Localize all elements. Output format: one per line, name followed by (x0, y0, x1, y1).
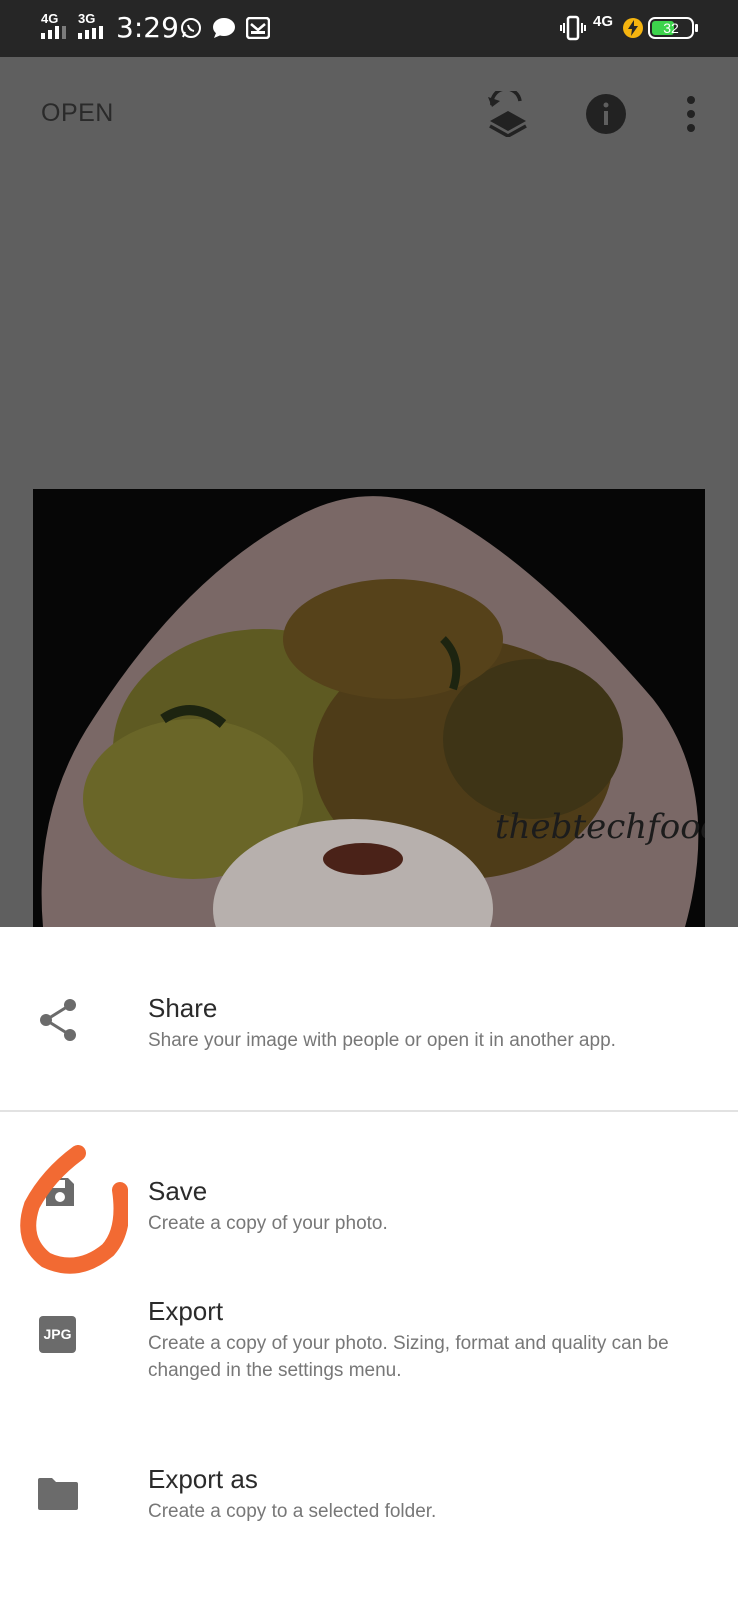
save-description: Create a copy of your photo. (148, 1213, 388, 1234)
network-type-1: 4G (41, 11, 59, 26)
photo-watermark: thebtechfoodie (495, 807, 705, 847)
folder-icon (38, 1478, 78, 1510)
message-icon (213, 18, 235, 38)
share-description: Share your image with people or open it … (148, 1030, 616, 1051)
status-bar: 4G 3G 3:29 4G 32 (0, 0, 738, 57)
clock: 3:29 (116, 11, 179, 44)
export-as-option[interactable]: Export as Create a copy to a selected fo… (0, 1412, 738, 1562)
open-button[interactable]: OPEN (41, 99, 114, 128)
highlight-marker (20, 1145, 128, 1274)
save-label: Save (148, 1176, 208, 1206)
photo-preview: thebtechfoodie (33, 489, 705, 927)
toolbar: OPEN (0, 57, 738, 172)
battery-level: 32 (663, 20, 679, 36)
whatsapp-icon (181, 18, 201, 38)
share-option[interactable]: Share Share your image with people or op… (0, 927, 738, 1110)
network-type-2: 3G (78, 11, 96, 26)
signal-strength-icon (78, 26, 103, 39)
gmail-icon (246, 17, 270, 39)
share-icon (40, 999, 76, 1041)
more-vert-icon[interactable] (684, 95, 698, 133)
export-description: Create a copy of your photo. Sizing, for… (148, 1333, 669, 1381)
vibrate-icon (560, 15, 586, 41)
info-icon[interactable] (585, 93, 627, 135)
network-type-3: 4G (593, 13, 614, 30)
share-label: Share (148, 993, 218, 1023)
battery-indicator: 32 (648, 17, 698, 39)
layers-undo-icon[interactable] (486, 91, 530, 137)
export-as-label: Export as (148, 1464, 258, 1494)
charging-icon (623, 18, 643, 38)
export-as-description: Create a copy to a selected folder. (148, 1501, 437, 1522)
food-photo (41, 496, 699, 927)
export-label: Export (148, 1296, 224, 1326)
jpg-icon: JPG (39, 1316, 76, 1353)
signal-strength-icon (41, 26, 66, 39)
